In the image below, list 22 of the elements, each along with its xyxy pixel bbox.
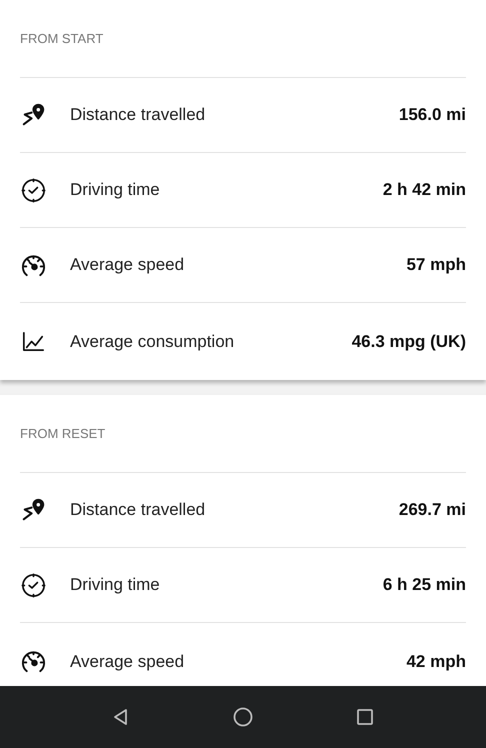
stat-label: Average speed: [70, 652, 186, 672]
stat-value: 42 mph: [406, 652, 466, 672]
clock-icon: [20, 572, 47, 598]
stat-value: 156.0 mi: [398, 105, 466, 125]
stat-value: 46.3 mpg (UK): [352, 332, 466, 352]
square-icon: [355, 707, 376, 727]
stat-value: 2 h 42 min: [382, 180, 466, 200]
route-pin-icon: [20, 102, 47, 128]
stat-label: Driving time: [70, 180, 161, 200]
stat-label: Average speed: [70, 255, 186, 275]
clock-icon: [20, 176, 47, 204]
stat-value: 269.7 mi: [398, 500, 466, 520]
stat-label: Distance travelled: [70, 500, 206, 520]
route-pin-icon: [20, 496, 47, 524]
stat-value: 6 h 25 min: [382, 575, 466, 595]
circle-icon: [232, 706, 254, 728]
section-title: FROM START: [20, 31, 104, 46]
stat-label: Average consumption: [70, 332, 236, 352]
stat-value: 57 mph: [406, 255, 466, 275]
section-title: FROM RESET: [20, 426, 106, 441]
stat-label: Driving time: [70, 575, 161, 595]
stat-label: Distance travelled: [70, 105, 206, 125]
